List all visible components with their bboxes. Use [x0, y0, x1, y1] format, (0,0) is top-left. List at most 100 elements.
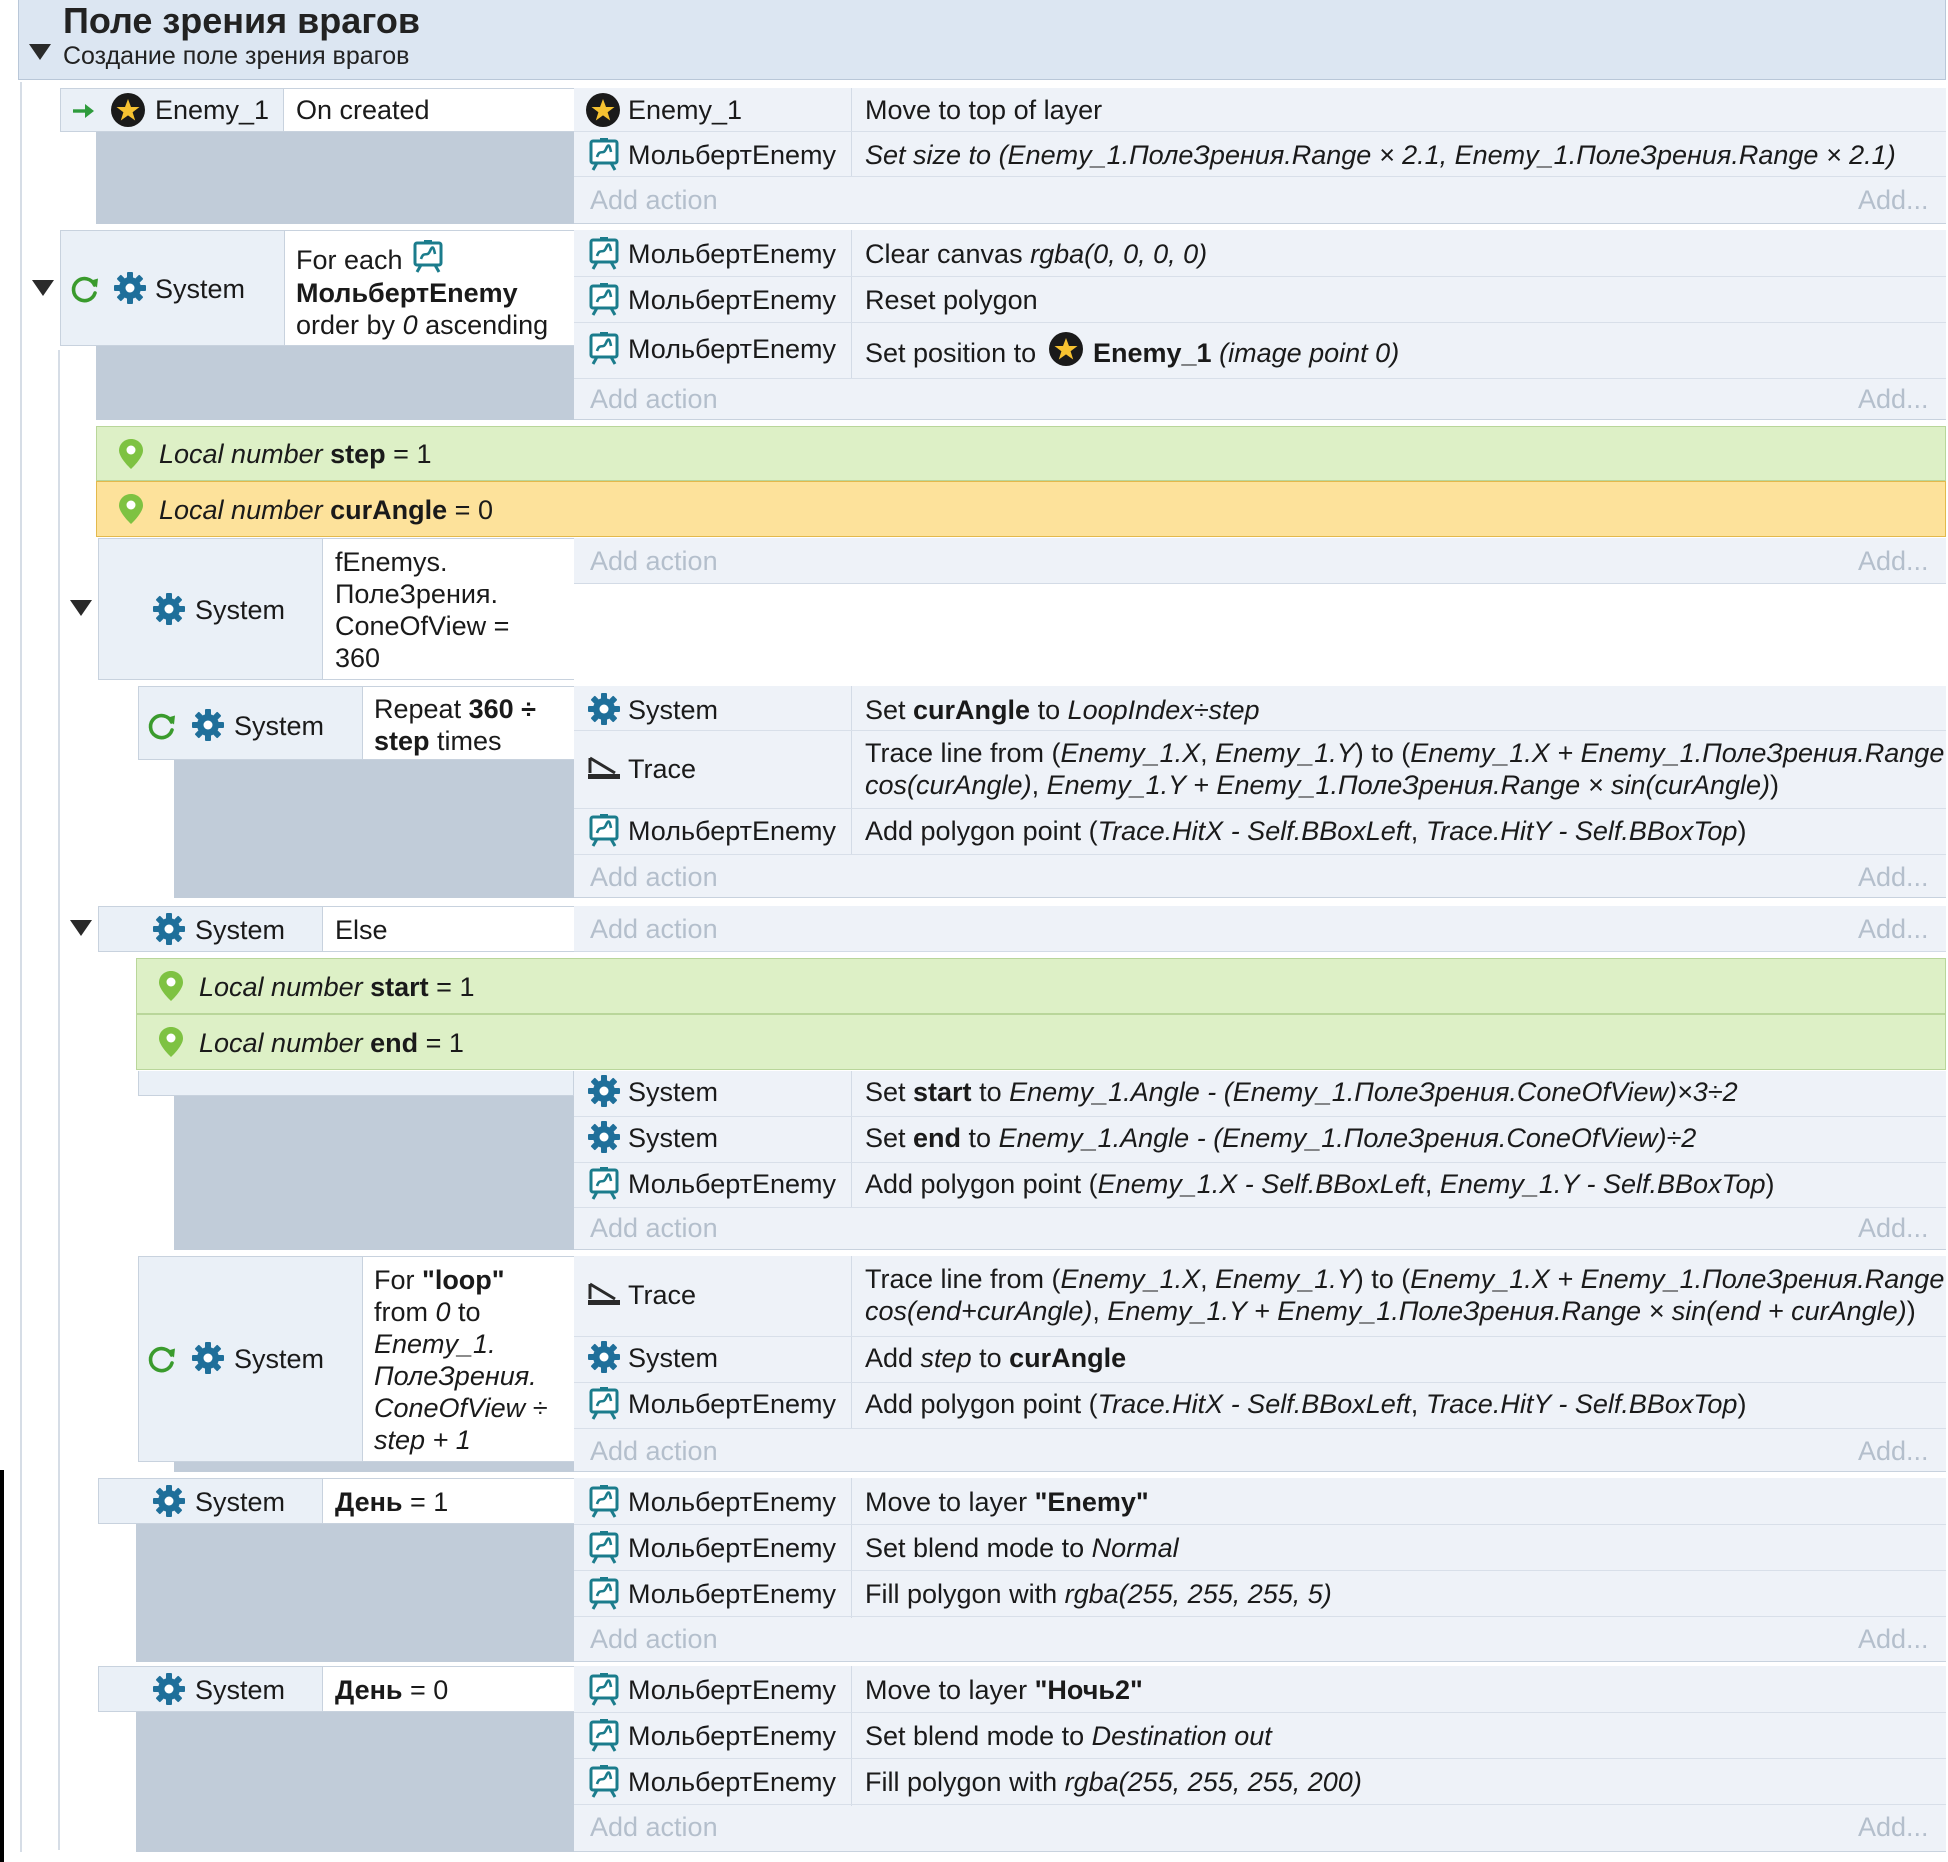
local-variable-icon: [117, 437, 145, 476]
action-object[interactable]: Trace: [628, 1279, 696, 1311]
action-text[interactable]: Move to layer "Enemy": [865, 1486, 1149, 1518]
local-variable-row[interactable]: Local number end = 1: [136, 1014, 1946, 1070]
action-text[interactable]: Set blend mode to Normal: [865, 1532, 1179, 1564]
action-object[interactable]: МольбертEnemy: [628, 815, 836, 847]
action-text[interactable]: Fill polygon with rgba(255, 255, 255, 20…: [865, 1766, 1362, 1798]
action-object[interactable]: МольбертEnemy: [628, 1720, 836, 1752]
condition-object: System: [234, 711, 325, 741]
action-text[interactable]: Add step to curAngle: [865, 1342, 1126, 1374]
add-more-link[interactable]: Add...: [1858, 1213, 1929, 1244]
action-text[interactable]: Add polygon point (Trace.HitX - Self.BBo…: [865, 815, 1746, 847]
action-text[interactable]: Trace line from (Enemy_1.X, Enemy_1.Y) t…: [865, 737, 1948, 769]
row-sep: [574, 1616, 1946, 1617]
action-text[interactable]: Add polygon point (Trace.HitX - Self.BBo…: [865, 1388, 1746, 1420]
enemy-sprite-icon: [1048, 331, 1084, 372]
tree-guide-line: [20, 82, 22, 1852]
add-action-link[interactable]: Add action: [590, 1436, 718, 1467]
drawing-canvas-icon: [588, 1484, 620, 1523]
action-object[interactable]: МольбертEnemy: [628, 1766, 836, 1798]
action-object[interactable]: МольбертEnemy: [628, 238, 836, 270]
action-text[interactable]: Set blend mode to Destination out: [865, 1720, 1272, 1752]
collapse-group-icon[interactable]: [29, 44, 51, 60]
tree-guide-line: [58, 350, 60, 1850]
local-variable-row-selected[interactable]: Local number curAngle = 0: [96, 481, 1946, 537]
add-action-link[interactable]: Add action: [590, 1812, 718, 1843]
action-text[interactable]: Set position to: [865, 337, 1036, 369]
action-object[interactable]: System: [628, 694, 718, 726]
action-object[interactable]: Enemy_1: [628, 94, 742, 126]
action-object[interactable]: System: [628, 1342, 718, 1374]
add-more-link[interactable]: Add...: [1858, 1436, 1929, 1467]
row-sep: [574, 730, 1946, 731]
action-text[interactable]: Clear canvas rgba(0, 0, 0, 0): [865, 238, 1207, 270]
loop-icon: [147, 1344, 177, 1379]
system-gear-icon: [191, 708, 225, 747]
event-group-header[interactable]: Поле зрения врагов Создание поле зрения …: [18, 0, 1946, 80]
action-object[interactable]: МольбертEnemy: [628, 284, 836, 316]
event-2-grayfill: [96, 346, 574, 420]
add-more-link[interactable]: Add...: [1858, 1812, 1929, 1843]
system-gear-icon: [152, 1672, 186, 1711]
condition-object: System: [195, 1675, 286, 1705]
row-sep: [574, 378, 1946, 379]
action-object[interactable]: System: [628, 1076, 718, 1108]
action-text[interactable]: Trace line from (Enemy_1.X, Enemy_1.Y) t…: [865, 1263, 1948, 1295]
add-action-link[interactable]: Add action: [590, 384, 718, 415]
action-object[interactable]: МольбертEnemy: [628, 1388, 836, 1420]
action-text[interactable]: Set end to Enemy_1.Angle - (Enemy_1.Поле…: [865, 1122, 1696, 1154]
action-object[interactable]: МольбертEnemy: [628, 333, 836, 365]
action-text[interactable]: Reset polygon: [865, 284, 1038, 316]
event-1-grayfill: [96, 132, 574, 224]
add-action-link[interactable]: Add action: [590, 185, 718, 216]
action-object[interactable]: МольбертEnemy: [628, 1674, 836, 1706]
system-gear-icon: [587, 1120, 621, 1159]
condition-object: System: [195, 1487, 286, 1517]
condition-object: System: [195, 915, 286, 945]
action-text[interactable]: Add polygon point (Enemy_1.X - Self.BBox…: [865, 1168, 1775, 1200]
add-more-link[interactable]: Add...: [1858, 862, 1929, 893]
action-text[interactable]: Move to layer "Ночь2": [865, 1674, 1143, 1706]
action-object[interactable]: МольбертEnemy: [628, 1168, 836, 1200]
row-sep: [574, 131, 1946, 132]
action-text[interactable]: Move to top of layer: [865, 94, 1102, 126]
action-text[interactable]: Fill polygon with rgba(255, 255, 255, 5): [865, 1578, 1332, 1610]
add-more-link[interactable]: Add...: [1858, 384, 1929, 415]
row-sep: [574, 276, 1946, 277]
collapse-event-icon[interactable]: [32, 280, 54, 296]
add-more-link[interactable]: Add...: [1858, 546, 1929, 577]
action-text[interactable]: Set start to Enemy_1.Angle - (Enemy_1.По…: [865, 1076, 1738, 1108]
action-object[interactable]: МольбертEnemy: [628, 1486, 836, 1518]
action-object[interactable]: МольбертEnemy: [628, 1532, 836, 1564]
local-variable-row[interactable]: Local number start = 1: [136, 958, 1946, 1014]
add-action-link[interactable]: Add action: [590, 862, 718, 893]
add-action-link[interactable]: Add action: [590, 914, 718, 945]
row-sep: [574, 1712, 1946, 1713]
event-6-condition[interactable]: [138, 1071, 574, 1096]
action-object[interactable]: МольбертEnemy: [628, 139, 836, 171]
action-divider: [851, 1256, 852, 1428]
action-text[interactable]: Set size to (Enemy_1.ПолеЗрения.Range × …: [865, 139, 1896, 171]
add-more-link[interactable]: Add...: [1858, 1624, 1929, 1655]
action-text[interactable]: cos(end+curAngle), Enemy_1.Y + Enemy_1.П…: [865, 1295, 1916, 1327]
add-action-link[interactable]: Add action: [590, 1624, 718, 1655]
loop-icon: [70, 274, 100, 309]
add-more-link[interactable]: Add...: [1858, 185, 1929, 216]
drawing-canvas-icon: [588, 1764, 620, 1803]
collapse-event-icon[interactable]: [70, 920, 92, 936]
condition-text: Else: [335, 915, 388, 945]
condition-text: fEnemys.: [335, 547, 448, 577]
add-more-link[interactable]: Add...: [1858, 914, 1929, 945]
add-action-link[interactable]: Add action: [590, 546, 718, 577]
condition-text: step times: [374, 726, 502, 756]
collapse-event-icon[interactable]: [70, 600, 92, 616]
variable-declaration: Local number start = 1: [199, 972, 475, 1002]
drawing-canvas-icon: [588, 1530, 620, 1569]
action-object[interactable]: System: [628, 1122, 718, 1154]
action-text[interactable]: Set curAngle to LoopIndex÷step: [865, 694, 1260, 726]
local-variable-row[interactable]: Local number step = 1: [96, 426, 1946, 481]
add-action-link[interactable]: Add action: [590, 1213, 718, 1244]
action-object[interactable]: МольбертEnemy: [628, 1578, 836, 1610]
action-text[interactable]: cos(curAngle), Enemy_1.Y + Enemy_1.ПолеЗ…: [865, 769, 1779, 801]
action-text[interactable]: Enemy_1 (image point 0): [1093, 337, 1399, 369]
action-object[interactable]: Trace: [628, 753, 696, 785]
